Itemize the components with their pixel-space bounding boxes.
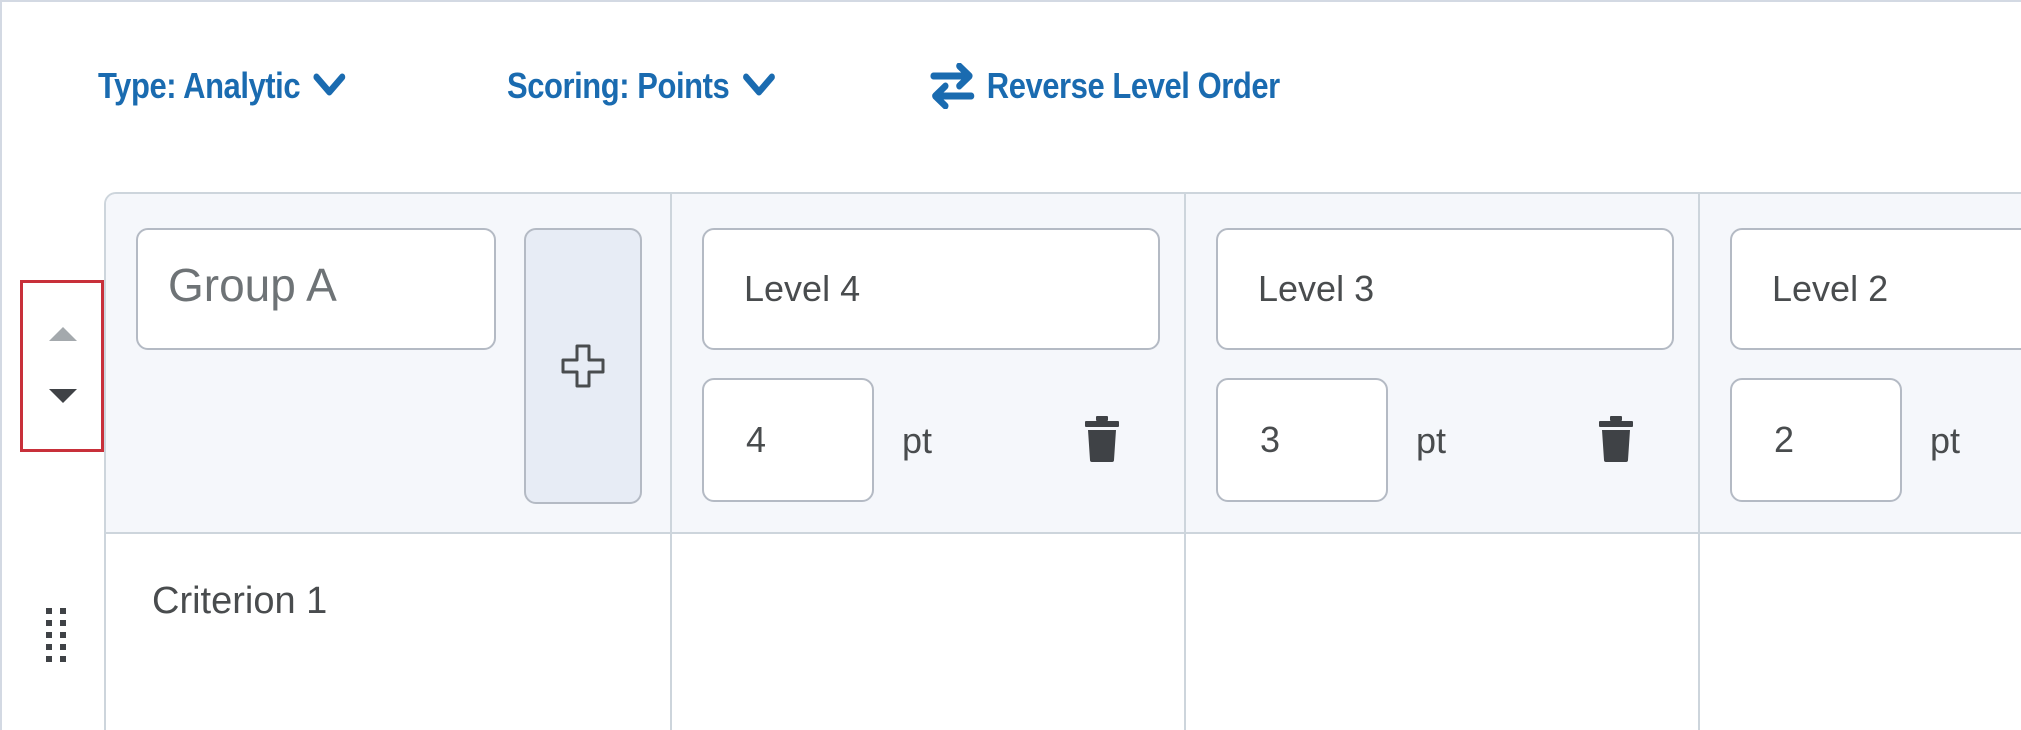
reverse-level-order-button[interactable]: Reverse Level Order [930, 60, 1280, 112]
criterion-name[interactable]: Criterion 1 [152, 580, 327, 623]
column-divider [670, 194, 672, 730]
level-name-input[interactable]: Level 2 [1730, 228, 2021, 350]
type-dropdown-label: Type: Analytic [98, 65, 301, 106]
trash-icon[interactable] [1599, 416, 1633, 462]
scoring-dropdown-button[interactable]: Scoring: Points [507, 60, 776, 112]
points-unit-label: pt [1416, 420, 1447, 461]
type-dropdown-button[interactable]: Type: Analytic [98, 60, 347, 112]
drag-handle-icon[interactable] [46, 608, 68, 666]
reverse-level-order-label: Reverse Level Order [986, 65, 1280, 106]
column-divider [1698, 194, 1700, 730]
plus-icon [561, 344, 605, 388]
level-points-input[interactable]: 3 [1216, 378, 1388, 502]
level-name-input[interactable]: Level 3 [1216, 228, 1674, 350]
chevron-down-icon [313, 73, 346, 96]
trash-icon[interactable] [1085, 416, 1119, 462]
level-points-input[interactable]: 2 [1730, 378, 1902, 502]
caret-down-icon[interactable] [49, 389, 77, 405]
points-unit-label: pt [902, 420, 933, 461]
rubric-table: Group A Level 4 4 pt Level 3 3 pt Level … [104, 192, 2021, 730]
group-name-value: Group A [168, 259, 337, 311]
scoring-dropdown-label: Scoring: Points [507, 65, 730, 106]
level-name-value: Level 4 [744, 268, 861, 309]
add-level-button[interactable] [524, 228, 642, 504]
level-name-value: Level 3 [1258, 268, 1375, 309]
points-unit-label: pt [1930, 420, 1961, 461]
caret-up-icon[interactable] [49, 325, 77, 341]
level-points-value: 2 [1774, 419, 1795, 460]
level-points-value: 3 [1260, 419, 1281, 460]
chevron-down-icon [742, 73, 775, 96]
group-name-input[interactable]: Group A [136, 228, 496, 350]
level-points-input[interactable]: 4 [702, 378, 874, 502]
rubric-editor: Type: Analytic Scoring: Points Reverse L… [0, 0, 2021, 730]
level-points-value: 4 [746, 419, 767, 460]
swap-arrows-icon [930, 63, 975, 109]
column-divider [1184, 194, 1186, 730]
reorder-controls [20, 280, 104, 452]
levels-header-row: Group A Level 4 4 pt Level 3 3 pt Level … [106, 194, 2021, 534]
level-name-input[interactable]: Level 4 [702, 228, 1160, 350]
level-name-value: Level 2 [1772, 268, 1889, 309]
